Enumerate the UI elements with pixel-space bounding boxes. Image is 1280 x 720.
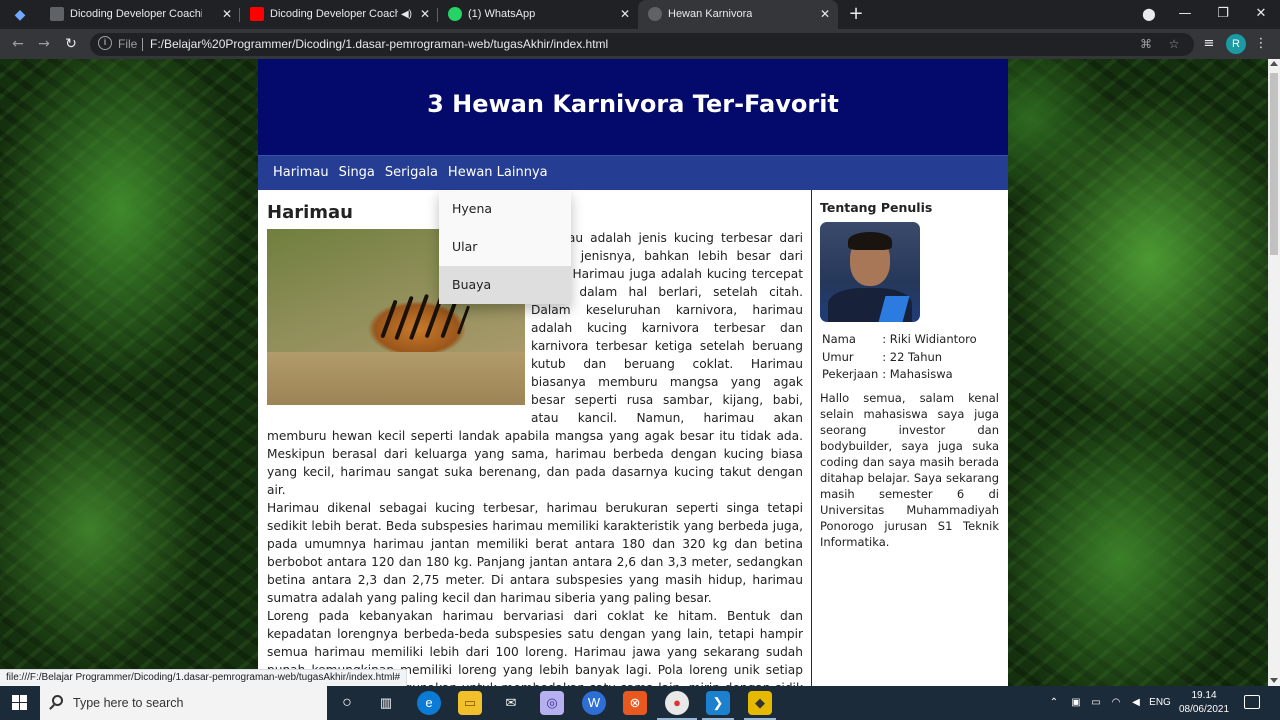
volume-icon[interactable]: ◀ — [1128, 686, 1144, 720]
photos-icon[interactable]: ◎ — [540, 691, 564, 715]
scroll-down-icon[interactable] — [1270, 678, 1278, 683]
minimize-icon[interactable]: — — [1166, 0, 1204, 29]
task-view-icon[interactable]: ▥ — [374, 691, 398, 715]
battery-icon[interactable]: ▭ — [1088, 686, 1104, 720]
taskbar-search-box[interactable]: Type here to search — [40, 686, 327, 720]
file-explorer-icon[interactable]: ▭ — [458, 691, 482, 715]
globe-favicon-icon — [648, 7, 662, 21]
new-tab-icon[interactable]: + — [846, 4, 866, 24]
forward-icon[interactable]: → — [34, 34, 54, 54]
tab-dicoding-coaching-1[interactable]: Dicoding Developer Coaching # ✕ — [40, 0, 240, 29]
bio-row: Umur : 22 Tahun — [820, 349, 979, 367]
cortana-icon[interactable]: ○ — [335, 691, 359, 715]
dropdown-item-hyena[interactable]: Hyena — [439, 190, 571, 228]
tab-label: (1) WhatsApp — [468, 8, 536, 20]
column-divider — [811, 190, 812, 686]
clock-time: 19.14 — [1191, 690, 1217, 701]
language-indicator[interactable]: ENG — [1148, 686, 1172, 720]
tray-app-icon[interactable]: ▣ — [1068, 686, 1084, 720]
reload-icon[interactable]: ↻ — [61, 34, 81, 54]
tab-search-dropdown-icon[interactable]: ⬤ — [1130, 0, 1168, 29]
bio-value: : Mahasiswa — [882, 367, 953, 381]
browser-toolbar: ← → ↻ i File F:/Belajar%20Programmer/Dic… — [0, 29, 1280, 59]
address-divider — [142, 38, 143, 51]
page-container: 3 Hewan Karnivora Ter-Favorit Harimau Sin… — [258, 59, 1008, 686]
mail-icon[interactable]: ✉ — [499, 691, 523, 715]
close-window-icon[interactable]: ✕ — [1242, 0, 1280, 29]
scroll-thumb[interactable] — [1270, 73, 1278, 255]
site-header: 3 Hewan Karnivora Ter-Favorit — [258, 59, 1008, 155]
scroll-up-icon[interactable] — [1270, 61, 1278, 66]
bio-key: Umur — [822, 349, 854, 364]
tab-dicoding-coaching-2[interactable]: Dicoding Developer Coachin ◀) ✕ — [240, 0, 438, 29]
bio-value: : 22 Tahun — [882, 349, 943, 364]
nav-link-singa[interactable]: Singa — [334, 156, 380, 189]
site-nav: Harimau Singa Serigala Hewan Lainnya — [258, 155, 1008, 190]
author-photo — [820, 222, 920, 322]
tab-whatsapp[interactable]: (1) WhatsApp ✕ — [438, 0, 638, 29]
dicoding-favicon-icon — [50, 7, 64, 21]
whatsapp-favicon-icon — [448, 7, 462, 21]
close-tab-icon[interactable]: ✕ — [820, 0, 830, 29]
address-bar[interactable]: i File F:/Belajar%20Programmer/Dicoding/… — [90, 33, 1194, 56]
nav-link-serigala[interactable]: Serigala — [380, 156, 443, 189]
dropdown-item-buaya[interactable]: Buaya — [439, 266, 571, 304]
tab-label: Dicoding Developer Coaching # — [70, 8, 202, 20]
xampp-icon[interactable]: ⊗ — [623, 691, 647, 715]
notification-center-icon[interactable] — [1244, 695, 1260, 709]
author-sidebar: Tentang Penulis Nama : Riki Widiantoro U… — [820, 200, 999, 550]
translate-icon[interactable]: ⌘ — [1138, 36, 1154, 52]
browser-tab-strip: ◆ Dicoding Developer Coaching # ✕ Dicodi… — [0, 0, 1280, 29]
git-client-icon[interactable]: ◆ — [744, 691, 776, 720]
page-background: 3 Hewan Karnivora Ter-Favorit Harimau Sin… — [0, 59, 1268, 686]
close-tab-icon[interactable]: ✕ — [620, 0, 630, 29]
audio-playing-icon[interactable]: ◀) — [401, 0, 412, 29]
bio-row: Pekerjaan : Mahasiswa — [820, 366, 979, 384]
link-status-bar: file:///F:/Belajar Programmer/Dicoding/1… — [0, 669, 408, 686]
site-title: 3 Hewan Karnivora Ter-Favorit — [427, 90, 839, 118]
vscode-icon[interactable]: ❯ — [702, 691, 734, 720]
wifi-icon[interactable]: ◠ — [1108, 686, 1124, 720]
author-bio: Hallo semua, salam kenal selain mahasisw… — [820, 390, 999, 549]
info-icon[interactable]: i — [98, 36, 112, 50]
nav-link-harimau[interactable]: Harimau — [268, 156, 334, 189]
reading-list-icon[interactable]: ≡ — [1200, 35, 1218, 53]
chrome-icon[interactable]: ● — [657, 691, 697, 720]
url-text[interactable]: F:/Belajar%20Programmer/Dicoding/1.dasar… — [150, 33, 608, 56]
nav-link-hewan-lainnya[interactable]: Hewan Lainnya — [443, 156, 553, 189]
back-icon[interactable]: ← — [8, 34, 28, 54]
bio-value: : Riki Widiantoro — [882, 332, 977, 346]
nav-dropdown-menu: Hyena Ular Buaya — [439, 190, 571, 304]
bookmark-star-icon[interactable]: ☆ — [1166, 36, 1182, 52]
article-paragraph: Harimau dikenal sebagai kucing terbesar,… — [267, 501, 803, 605]
tab-label: Hewan Karnivora — [668, 8, 753, 20]
edge-icon[interactable]: e — [417, 691, 441, 715]
page-scrollbar[interactable] — [1268, 59, 1280, 686]
word-app-icon[interactable]: W — [582, 691, 606, 715]
bio-key: Nama — [822, 332, 856, 346]
tab-hewan-karnivora[interactable]: Hewan Karnivora ✕ — [638, 0, 838, 29]
windows-taskbar: Type here to search ○ ▥ e ▭ ✉ ◎ W ⊗ ● ❯ … — [0, 686, 1280, 720]
youtube-favicon-icon — [250, 7, 264, 21]
author-info-table: Nama : Riki Widiantoro Umur : 22 Tahun P… — [820, 331, 979, 384]
profile-avatar[interactable]: R — [1226, 34, 1246, 54]
search-placeholder: Type here to search — [73, 696, 184, 710]
close-tab-icon[interactable]: ✕ — [420, 0, 430, 29]
maximize-icon[interactable]: ❐ — [1204, 0, 1242, 29]
clock-date: 08/06/2021 — [1178, 704, 1230, 715]
tray-overflow-icon[interactable]: ⌃ — [1046, 686, 1062, 720]
windows-start-icon[interactable] — [0, 686, 40, 720]
bio-key: Pekerjaan — [822, 367, 879, 381]
main-content: Harimau Harimau adalah jenis kucing terb… — [258, 190, 1008, 686]
dropdown-item-ular[interactable]: Ular — [439, 228, 571, 266]
close-tab-icon[interactable]: ✕ — [222, 0, 232, 29]
search-icon — [52, 695, 63, 706]
tab-label: Dicoding Developer Coachin — [270, 8, 398, 20]
aside-heading: Tentang Penulis — [820, 200, 933, 215]
taskbar-clock[interactable]: 19.14 08/06/2021 — [1178, 689, 1230, 717]
tab-search-icon[interactable]: ◆ — [10, 5, 30, 25]
bio-row: Nama : Riki Widiantoro — [820, 331, 979, 349]
protocol-label: File — [118, 37, 138, 51]
menu-kebab-icon[interactable]: ⋮ — [1252, 35, 1270, 53]
